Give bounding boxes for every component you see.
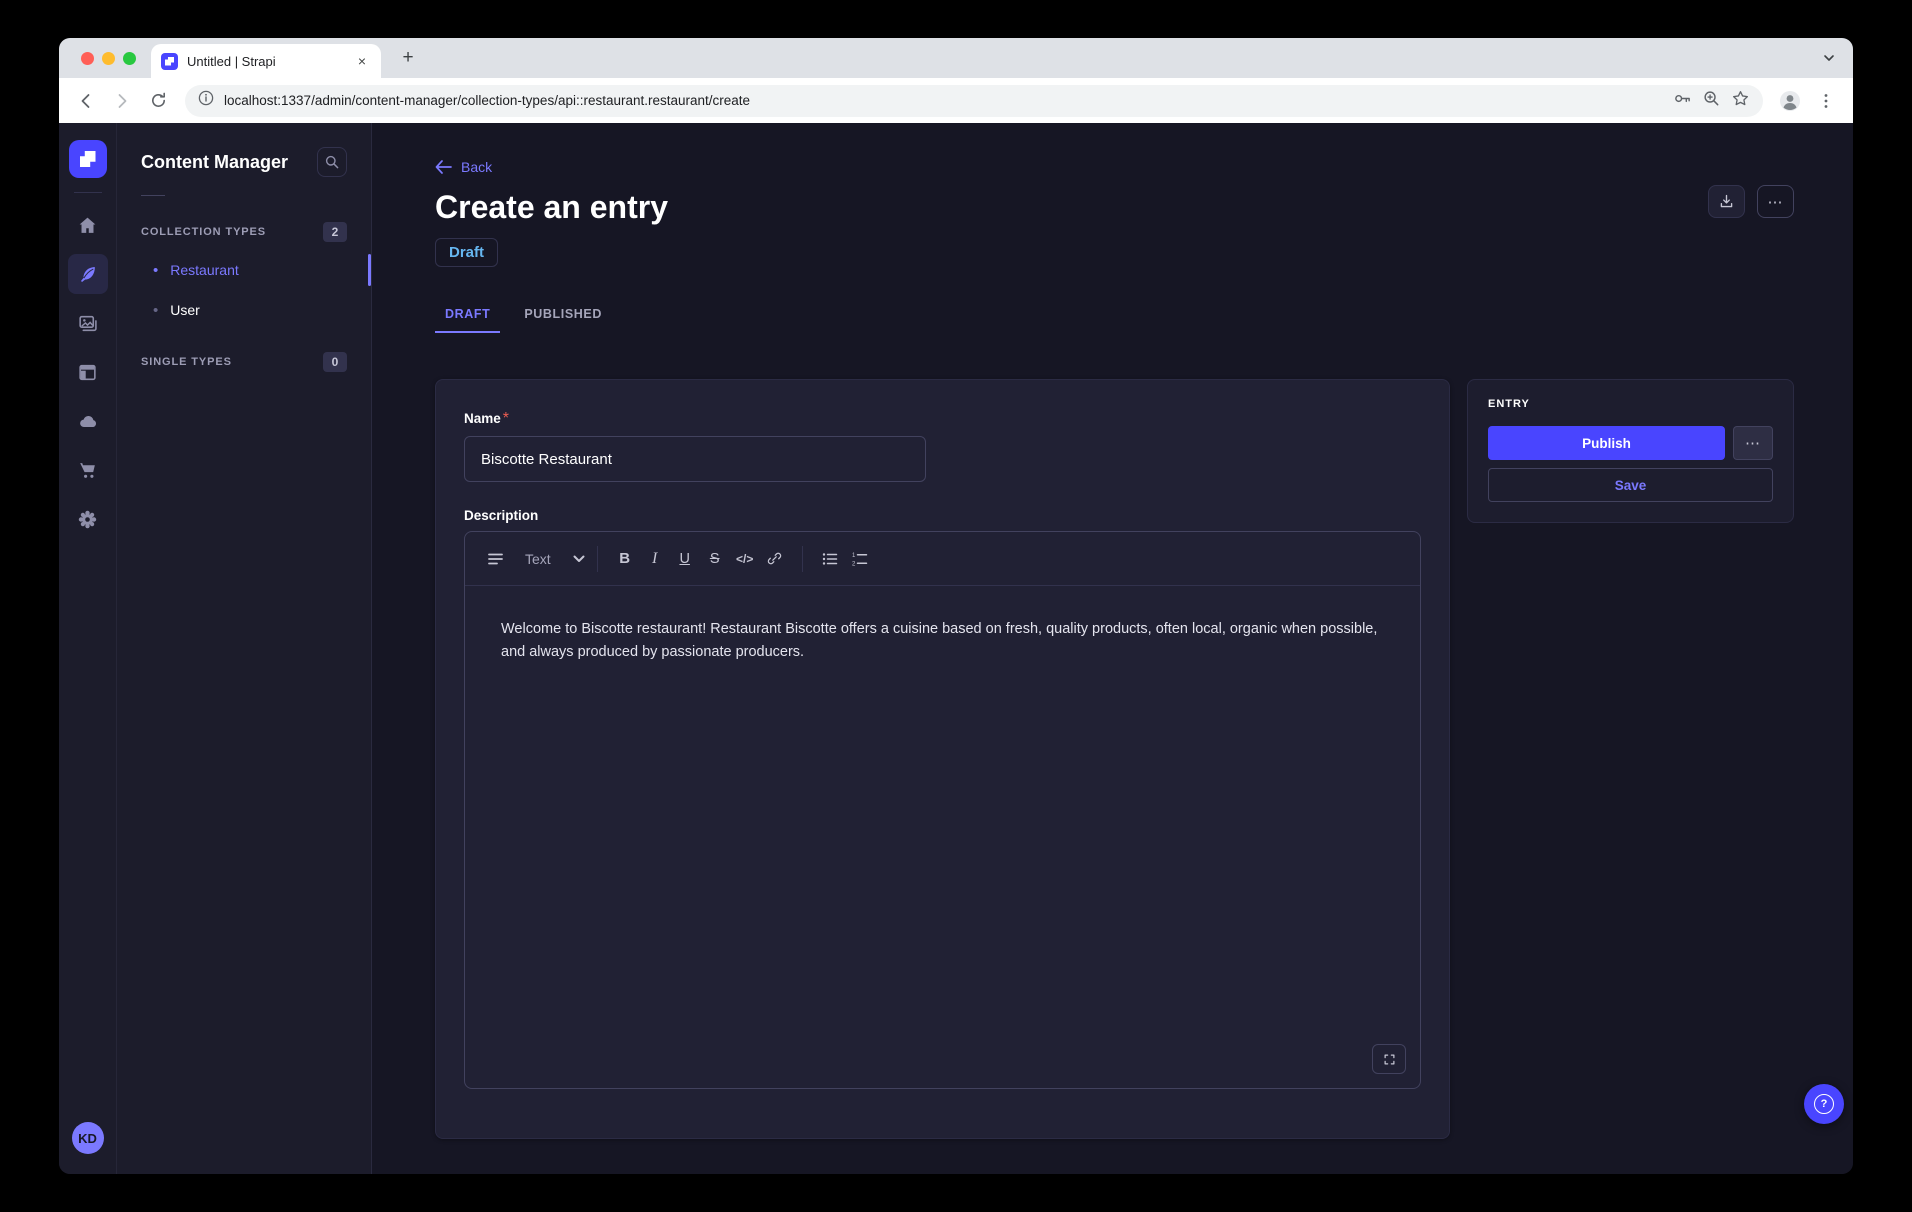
subnav-divider: [141, 195, 165, 196]
browser-profile-icon[interactable]: [1773, 84, 1807, 118]
status-badge: Draft: [435, 238, 498, 267]
save-button[interactable]: Save: [1488, 468, 1773, 502]
strikethrough-button[interactable]: S: [700, 544, 730, 574]
site-info-icon[interactable]: [198, 90, 214, 111]
content-type-builder-nav-button[interactable]: [68, 352, 108, 392]
cloud-nav-button[interactable]: [68, 401, 108, 441]
browser-tabstrip: Untitled | Strapi × +: [59, 38, 1853, 78]
code-button[interactable]: </>: [730, 544, 760, 574]
svg-text:1: 1: [852, 552, 856, 558]
browser-window: Untitled | Strapi × + localhost:1337/adm…: [59, 38, 1853, 1174]
italic-button[interactable]: I: [640, 544, 670, 574]
close-tab-icon[interactable]: ×: [353, 52, 371, 70]
entry-more-button[interactable]: ⋯: [1733, 426, 1773, 460]
tab-draft[interactable]: DRAFT: [435, 295, 500, 333]
home-nav-button[interactable]: [68, 205, 108, 245]
settings-nav-button[interactable]: [68, 499, 108, 539]
rail-divider: [74, 192, 102, 193]
block-format-select[interactable]: Text: [525, 551, 551, 567]
editor-toolbar: Text B I U S </>: [465, 532, 1420, 586]
user-avatar[interactable]: KD: [72, 1122, 104, 1154]
chevron-down-icon[interactable]: [573, 550, 585, 568]
entry-panel: ENTRY Publish ⋯ Save: [1467, 379, 1794, 523]
new-tab-button[interactable]: +: [395, 45, 421, 71]
bullet-icon: •: [153, 262, 158, 279]
fullscreen-window-button[interactable]: [123, 52, 136, 65]
password-key-icon[interactable]: [1673, 89, 1692, 113]
sidebar-item-label: Restaurant: [170, 262, 238, 278]
collection-types-section-label: COLLECTION TYPES: [141, 226, 266, 238]
url-text[interactable]: localhost:1337/admin/content-manager/col…: [224, 93, 1663, 108]
sidebar-item-restaurant[interactable]: • Restaurant: [141, 250, 347, 290]
media-library-nav-button[interactable]: [68, 303, 108, 343]
collection-types-count-badge: 2: [323, 222, 347, 242]
search-button[interactable]: [317, 147, 347, 177]
name-field-label: Name: [464, 411, 501, 426]
bold-button[interactable]: B: [610, 544, 640, 574]
rich-text-editor: Text B I U S </>: [464, 531, 1421, 1089]
version-tabs: DRAFT PUBLISHED: [435, 295, 1794, 333]
main-nav-rail: KD: [59, 123, 117, 1174]
marketplace-nav-button[interactable]: [68, 450, 108, 490]
window-controls: [81, 52, 136, 65]
sidebar-item-user[interactable]: • User: [141, 290, 347, 330]
main-content: Back ⋯ Create an entry Draft DRAFT PUBLI…: [372, 123, 1853, 1174]
sidebar-item-label: User: [170, 302, 200, 318]
strapi-favicon: [161, 53, 178, 70]
zoom-page-icon[interactable]: [1702, 89, 1721, 113]
single-types-count-badge: 0: [323, 352, 347, 372]
single-types-section-label: SINGLE TYPES: [141, 356, 232, 368]
name-input[interactable]: [464, 436, 926, 482]
close-window-button[interactable]: [81, 52, 94, 65]
toolbar-divider: [802, 546, 803, 572]
export-download-button[interactable]: [1708, 185, 1745, 218]
tab-title: Untitled | Strapi: [187, 54, 344, 69]
back-nav-icon[interactable]: [69, 84, 103, 118]
toolbar-divider: [597, 546, 598, 572]
strapi-logo: [69, 140, 107, 178]
entry-form-card: Name* Description Text: [435, 379, 1450, 1139]
back-link[interactable]: Back: [435, 159, 492, 175]
back-arrow-icon: [435, 160, 452, 174]
bullet-icon: •: [153, 302, 158, 319]
expand-editor-button[interactable]: [1372, 1044, 1406, 1074]
required-marker: *: [503, 410, 509, 427]
underline-button[interactable]: U: [670, 544, 700, 574]
svg-text:2: 2: [852, 561, 856, 566]
tab-published[interactable]: PUBLISHED: [514, 295, 612, 333]
browser-tab[interactable]: Untitled | Strapi ×: [151, 44, 381, 78]
minimize-window-button[interactable]: [102, 52, 115, 65]
paragraph-format-icon[interactable]: [481, 544, 511, 574]
subnav-title: Content Manager: [141, 152, 288, 173]
editor-content[interactable]: Welcome to Biscotte restaurant! Restaura…: [465, 586, 1420, 1088]
entry-panel-title: ENTRY: [1488, 398, 1773, 410]
header-more-button[interactable]: ⋯: [1757, 185, 1794, 218]
bookmark-star-icon[interactable]: [1731, 89, 1750, 113]
publish-button[interactable]: Publish: [1488, 426, 1725, 460]
url-bar[interactable]: localhost:1337/admin/content-manager/col…: [185, 85, 1763, 117]
description-field-label: Description: [464, 508, 1421, 523]
tab-search-chevron-icon[interactable]: [1821, 50, 1837, 71]
strapi-app: KD Content Manager COLLECTION TYPES 2 • …: [59, 123, 1853, 1174]
content-manager-subnav: Content Manager COLLECTION TYPES 2 • Res…: [117, 123, 372, 1174]
back-label: Back: [461, 159, 492, 175]
browser-menu-icon[interactable]: [1809, 84, 1843, 118]
help-button[interactable]: ?: [1804, 1084, 1844, 1124]
bullet-list-button[interactable]: [815, 544, 845, 574]
browser-toolbar: localhost:1337/admin/content-manager/col…: [59, 78, 1853, 123]
reload-icon[interactable]: [141, 84, 175, 118]
forward-nav-icon[interactable]: [105, 84, 139, 118]
link-button[interactable]: [760, 544, 790, 574]
page-title: Create an entry: [435, 189, 1794, 226]
question-icon: ?: [1814, 1094, 1834, 1114]
content-manager-nav-button[interactable]: [68, 254, 108, 294]
numbered-list-button[interactable]: 12: [845, 544, 875, 574]
